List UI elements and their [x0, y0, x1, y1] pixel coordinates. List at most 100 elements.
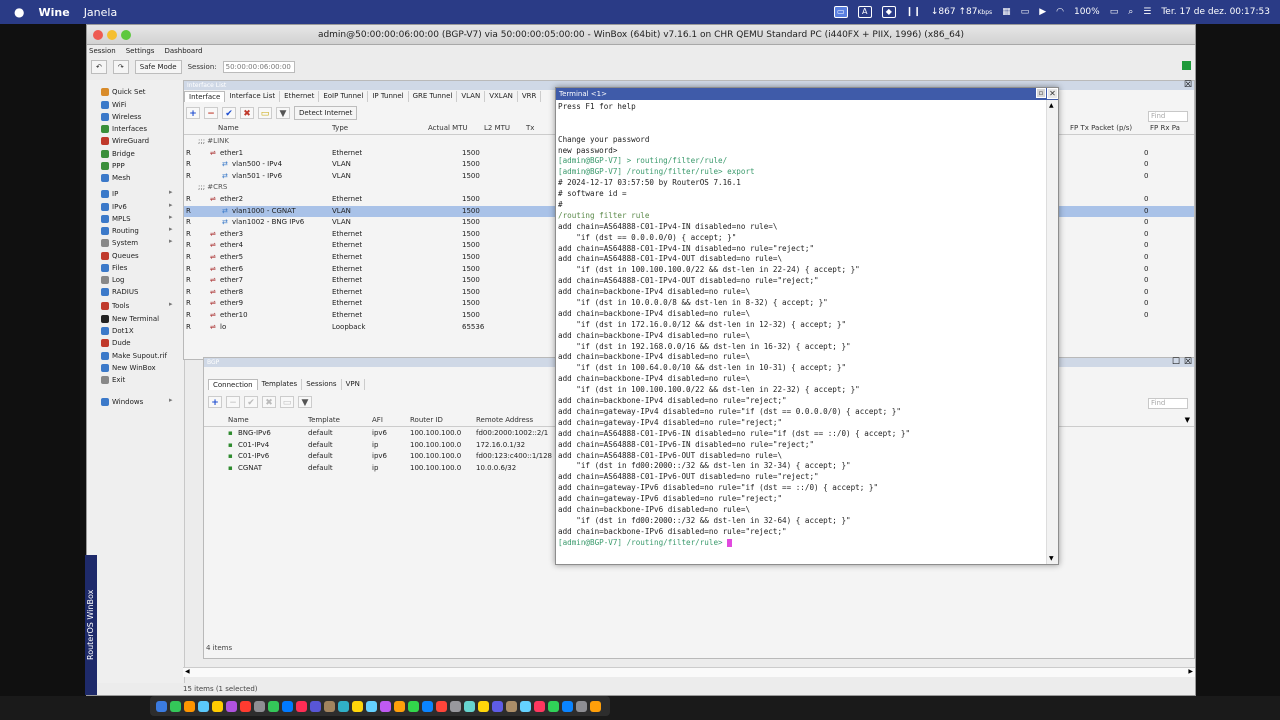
scroll-right-icon[interactable]: ▶ [1188, 668, 1193, 675]
dock-app-icon[interactable] [310, 700, 321, 712]
dock-app-icon[interactable] [408, 700, 419, 712]
dock-app-icon[interactable] [282, 700, 293, 712]
session-field[interactable]: 50:00:00:06:00:00 [222, 61, 295, 73]
scroll-left-icon[interactable]: ◀ [185, 668, 190, 675]
tab-interface-3[interactable]: EoIP Tunnel [319, 91, 369, 102]
window-titlebar[interactable]: admin@50:00:00:06:00:00 (BGP-V7) via 50:… [87, 25, 1195, 45]
zoom-window-button[interactable] [121, 30, 131, 40]
col-l2-mtu[interactable]: L2 MTU [484, 124, 510, 132]
remove-icon[interactable]: − [204, 107, 218, 119]
filter-icon[interactable]: ▼ [276, 107, 290, 119]
window-menu[interactable]: Janela [84, 6, 118, 19]
tab-interface-8[interactable]: VRR [518, 91, 542, 102]
sidebar-item[interactable]: Log [101, 274, 125, 286]
dock-app-icon[interactable] [478, 700, 489, 712]
sidebar-item[interactable]: Wireless [101, 111, 141, 123]
search-icon[interactable]: ⌕ [1128, 7, 1133, 17]
control-center-icon[interactable]: ☰ [1143, 7, 1151, 17]
dock-app-icon[interactable] [590, 700, 601, 712]
display-icon[interactable]: ▭ [1021, 7, 1030, 17]
safe-mode-button[interactable]: Safe Mode [134, 60, 182, 74]
sidebar-item[interactable]: Dude [101, 337, 131, 349]
dock-app-icon[interactable] [352, 700, 363, 712]
terminal-scroll-down-icon[interactable]: ▼ [1049, 555, 1054, 562]
bgp-comment-icon[interactable]: ▭ [280, 396, 294, 408]
dock-app-icon[interactable] [156, 700, 167, 712]
dock-app-icon[interactable] [520, 700, 531, 712]
bgp-col-remote[interactable]: Remote Address [476, 416, 533, 424]
bgp-col-template[interactable]: Template [308, 416, 340, 424]
dock-app-icon[interactable] [576, 700, 587, 712]
bgp-filter-icon[interactable]: ▼ [298, 396, 312, 408]
tab-interface-0[interactable]: Interface [184, 91, 226, 102]
bgp-maximize-icon[interactable]: ☐ [1172, 358, 1180, 367]
dock-app-icon[interactable] [198, 700, 209, 712]
sidebar-item[interactable]: Tools [101, 300, 129, 312]
col-name[interactable]: Name [218, 124, 239, 132]
sidebar-item[interactable]: New WinBox [101, 362, 156, 374]
sidebar-item[interactable]: WireGuard [101, 135, 149, 147]
sidebar-item[interactable]: PPP [101, 160, 125, 172]
terminal-maximize-icon[interactable]: ▫ [1036, 88, 1046, 98]
dock-app-icon[interactable] [240, 700, 251, 712]
sidebar-item[interactable]: Routing [101, 225, 139, 237]
terminal-titlebar[interactable]: Terminal <1> ▫ ✕ [556, 88, 1058, 100]
bgp-add-icon[interactable]: + [208, 396, 222, 408]
terminal-scrollbar[interactable]: ▲ ▼ [1046, 100, 1058, 564]
terminal-prompt-line[interactable]: [admin@BGP-V7] /routing/filter/rule> [558, 538, 1044, 549]
sidebar-item[interactable]: Make Supout.rif [101, 350, 167, 362]
dock-app-icon[interactable] [226, 700, 237, 712]
col-tx[interactable]: Tx [526, 124, 534, 132]
wifi-icon[interactable]: ◠ [1056, 7, 1064, 17]
horizontal-scrollbar[interactable]: ◀ ▶ [183, 667, 1195, 677]
bgp-col-afi[interactable]: AFI [372, 416, 383, 424]
dock-app-icon[interactable] [296, 700, 307, 712]
terminal-window[interactable]: Terminal <1> ▫ ✕ Press F1 for help Change… [555, 87, 1059, 565]
sidebar-item[interactable]: Exit [101, 374, 125, 386]
add-icon[interactable]: + [186, 107, 200, 119]
comment-icon[interactable]: ▭ [258, 107, 272, 119]
minimize-window-button[interactable] [107, 30, 117, 40]
bgp-disable-icon[interactable]: ✖ [262, 396, 276, 408]
tab-interface-1[interactable]: Interface List [225, 91, 281, 102]
play-icon[interactable]: ▶ [1039, 7, 1046, 17]
dock-app-icon[interactable] [366, 700, 377, 712]
dock-app-icon[interactable] [380, 700, 391, 712]
dock-app-icon[interactable] [492, 700, 503, 712]
sidebar-item[interactable]: Queues [101, 250, 139, 262]
battery-icon[interactable]: ▭ [1110, 7, 1119, 17]
tab-interface-7[interactable]: VXLAN [485, 91, 518, 102]
bgp-enable-icon[interactable]: ✔ [244, 396, 258, 408]
dock-app-icon[interactable] [422, 700, 433, 712]
terminal-scroll-up-icon[interactable]: ▲ [1049, 102, 1054, 109]
terminal-output[interactable]: Press F1 for help Change your password new… [558, 102, 1044, 562]
col-type[interactable]: Type [332, 124, 348, 132]
tab-interface-6[interactable]: VLAN [457, 91, 486, 102]
dock-app-icon[interactable] [506, 700, 517, 712]
game-icon[interactable]: ◆ [881, 6, 896, 18]
disable-icon[interactable]: ✖ [240, 107, 254, 119]
dock-app-icon[interactable] [450, 700, 461, 712]
col-actual-mtu[interactable]: Actual MTU [428, 124, 468, 132]
dock-app-icon[interactable] [464, 700, 475, 712]
sidebar-item[interactable]: New Terminal [101, 313, 159, 325]
bgp-find-input[interactable]: Find [1148, 398, 1188, 409]
terminal-close-icon[interactable]: ✕ [1047, 88, 1058, 99]
text-icon[interactable]: A [857, 6, 872, 18]
detect-internet-button[interactable]: Detect Internet [294, 106, 358, 120]
menu-session[interactable]: Session [89, 45, 116, 57]
dock-app-icon[interactable] [436, 700, 447, 712]
sidebar-item[interactable]: Dot1X [101, 325, 134, 337]
sidebar-item[interactable]: Mesh [101, 172, 130, 184]
dock-app-icon[interactable] [268, 700, 279, 712]
tab-bgp-2[interactable]: Sessions [302, 379, 342, 390]
close-window-button[interactable] [93, 30, 103, 40]
bgp-remove-icon[interactable]: − [226, 396, 240, 408]
close-panel-icon[interactable]: ☒ [1184, 81, 1192, 90]
dock-app-icon[interactable] [324, 700, 335, 712]
tab-interface-4[interactable]: IP Tunnel [368, 91, 409, 102]
dock-app-icon[interactable] [184, 700, 195, 712]
sidebar-item[interactable]: Files [101, 262, 127, 274]
col-fp-rx[interactable]: FP Rx Pa [1150, 124, 1180, 132]
bgp-col-router-id[interactable]: Router ID [410, 416, 443, 424]
